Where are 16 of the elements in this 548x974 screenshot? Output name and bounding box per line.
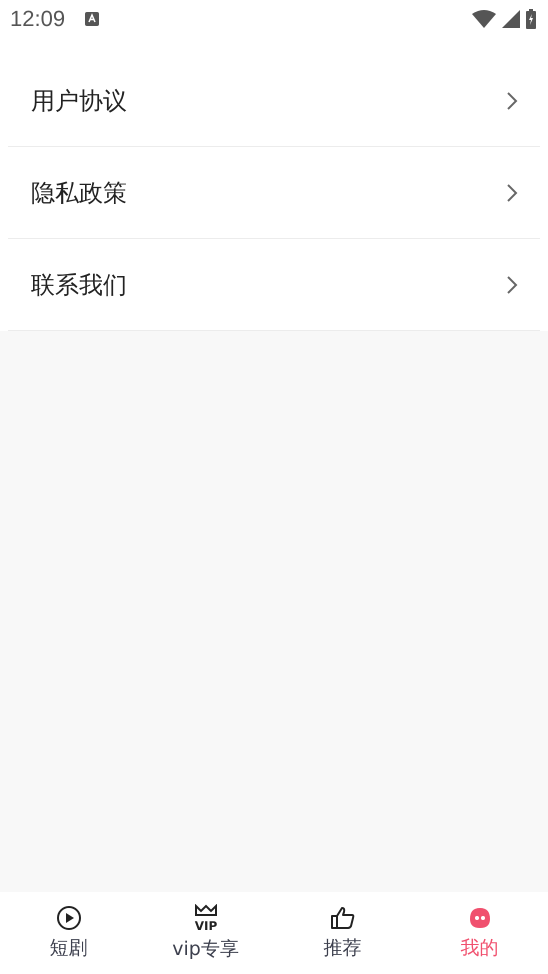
tab[interactable]: 推荐 [274,892,411,974]
battery-icon [526,9,536,29]
thumbs-up-icon [330,905,356,931]
menu-item[interactable]: 联系我们 [8,239,540,331]
clock: 12:09 [10,6,66,32]
play-icon [56,905,82,931]
menu-item[interactable]: 隐私政策 [8,147,540,239]
keyboard-notification-icon [85,12,100,26]
chevron-right-icon [506,182,518,202]
menu-item[interactable]: 用户协议 [8,55,540,147]
chevron-right-icon [506,90,518,110]
signal-icon [502,10,520,28]
wifi-icon [472,10,496,28]
chevron-right-icon [506,274,518,294]
tab[interactable]: 短剧 [0,892,137,974]
tab[interactable]: VIP vip专享 [137,892,274,974]
